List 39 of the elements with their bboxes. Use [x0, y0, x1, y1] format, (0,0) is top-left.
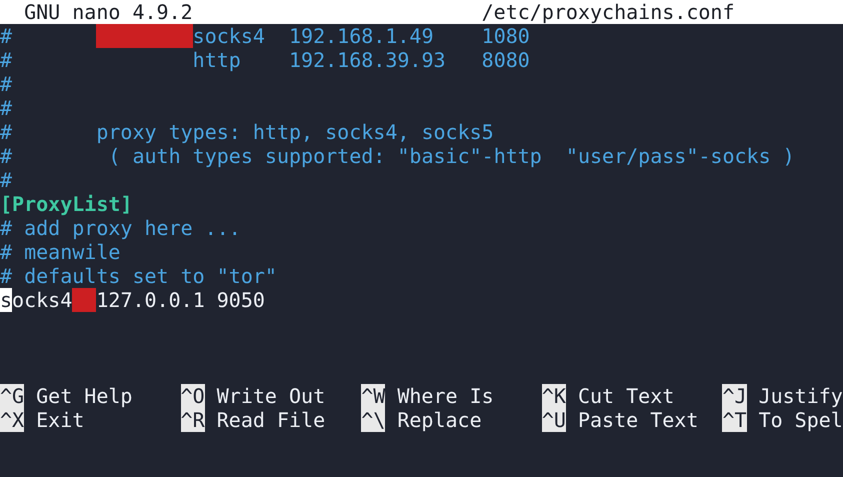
shortcut-key[interactable]: ^U: [542, 408, 566, 432]
shortcut-label: Justify: [758, 384, 843, 408]
comment-text: # defaults set to "tor": [0, 264, 277, 288]
shortcut-label: Exit: [36, 408, 84, 432]
comment-text: proxy types: http, socks4, socks5: [96, 120, 494, 144]
shortcut-label: Cut Text: [578, 384, 674, 408]
comment-text: #: [0, 120, 12, 144]
comment-text: http 192.168.39.93 8080: [192, 48, 530, 72]
comment-text: #: [0, 48, 12, 72]
shortcut-label: Get Help: [36, 384, 132, 408]
comment-text: # meanwile: [0, 240, 120, 264]
shortcut-key[interactable]: ^T: [722, 408, 747, 432]
shortcut-label: Where Is: [397, 384, 494, 408]
comment-text: #: [0, 144, 12, 168]
comment-text: # add proxy here ...: [0, 216, 241, 240]
section-header: [ProxyList]: [0, 192, 132, 216]
shortcut-label: Replace: [397, 408, 482, 432]
shortcut-label: Paste Text: [578, 408, 698, 432]
config-text: 127.0.0.1 9050: [96, 288, 265, 312]
shortcut-key[interactable]: ^G: [0, 384, 24, 408]
shortcut-key[interactable]: ^O: [180, 384, 205, 408]
shortcut-key[interactable]: ^J: [722, 384, 747, 408]
comment-text: #: [0, 96, 12, 120]
shortcut-label: To Spel: [758, 408, 843, 432]
comment-text: #: [0, 72, 12, 96]
app-title: GNU nano 4.9.2: [24, 0, 193, 24]
comment-text: #: [0, 168, 12, 192]
comment-text: #: [0, 24, 12, 48]
shortcut-key[interactable]: ^K: [542, 384, 566, 408]
shortcut-label: Read File: [216, 408, 326, 432]
shortcut-key[interactable]: ^X: [0, 408, 24, 432]
comment-text: ( auth types supported: "basic"-http "user/pass"-socks ): [108, 144, 795, 168]
shortcut-key[interactable]: ^W: [361, 384, 386, 408]
config-text: socks4: [0, 288, 72, 312]
shortcut-label: Write Out: [216, 384, 326, 408]
file-name: /etc/proxychains.conf: [482, 0, 735, 24]
comment-text: socks4 192.168.1.49 1080: [192, 24, 530, 48]
shortcut-key[interactable]: ^\: [361, 408, 386, 432]
shortcut-key[interactable]: ^R: [180, 408, 205, 432]
